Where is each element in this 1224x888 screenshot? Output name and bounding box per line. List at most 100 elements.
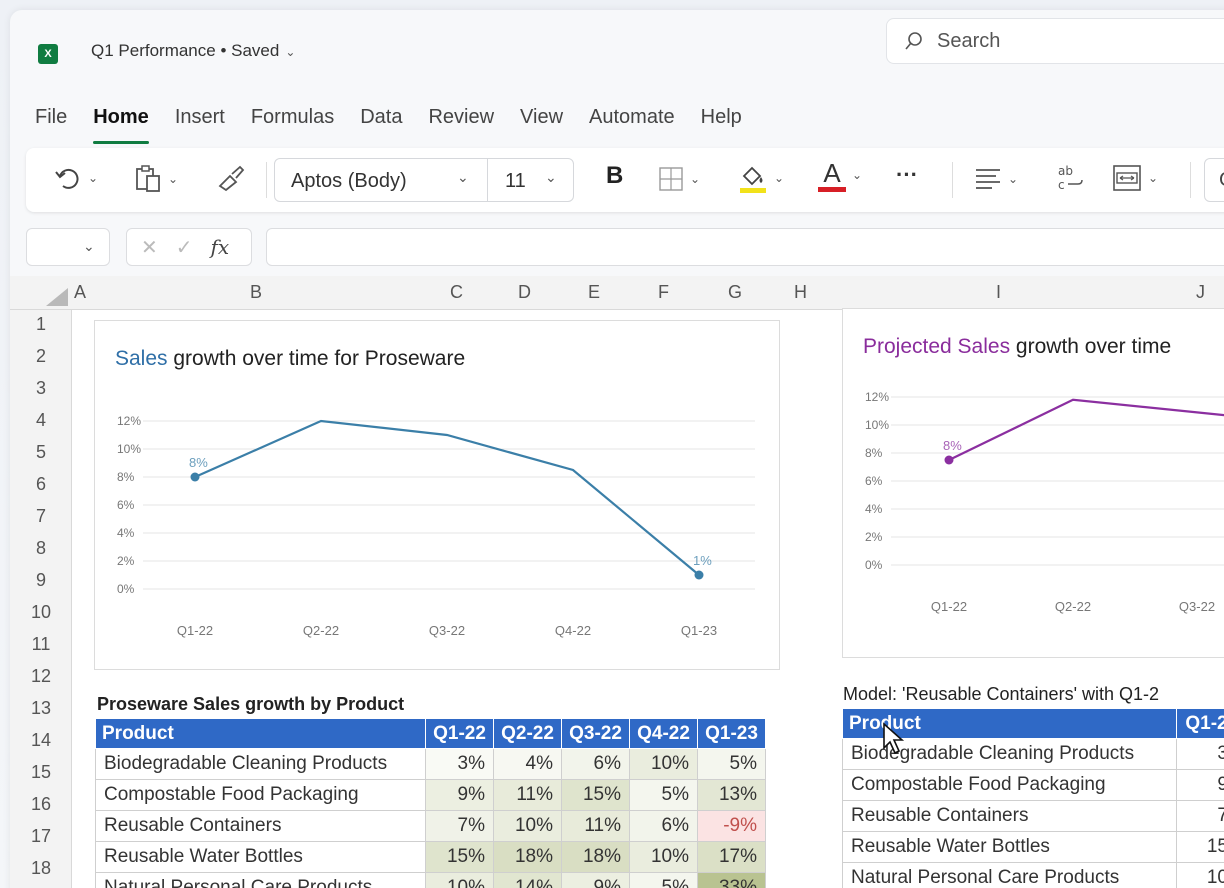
product-cell[interactable]: Natural Personal Care Products [842,862,1177,888]
value-cell[interactable]: 10% [493,810,562,842]
undo-button[interactable]: ⌄ [54,164,98,192]
value-cell[interactable]: 10% [629,841,698,873]
select-all-corner-icon[interactable] [46,288,68,306]
column-header[interactable]: Q1-22 [425,718,494,749]
enter-icon[interactable]: ✓ [176,235,193,260]
value-cell[interactable]: 18% [493,841,562,873]
value-cell[interactable]: 15% [561,779,630,811]
row-header-16[interactable]: 16 [10,794,72,815]
product-cell[interactable]: Reusable Water Bottles [95,841,426,873]
product-cell[interactable]: Natural Personal Care Products [95,872,426,888]
value-cell[interactable]: 6% [629,810,698,842]
column-header[interactable]: Q4-22 [629,718,698,749]
column-header-b[interactable]: B [250,282,262,303]
product-cell[interactable]: Compostable Food Packaging [95,779,426,811]
align-button[interactable]: ⌄ [974,166,1018,192]
value-cell[interactable]: -9% [697,810,766,842]
row-header-7[interactable]: 7 [10,506,72,527]
menu-insert[interactable]: Insert [175,96,225,136]
row-header-17[interactable]: 17 [10,826,72,847]
column-header[interactable]: Q1-2 [1176,708,1224,739]
menu-formulas[interactable]: Formulas [251,96,334,136]
value-cell[interactable]: 33% [697,872,766,888]
value-cell[interactable]: 7 [1176,800,1224,832]
row-header-11[interactable]: 11 [10,634,72,655]
row-header-1[interactable]: 1 [10,314,72,335]
column-header[interactable]: Q2-22 [493,718,562,749]
value-cell[interactable]: 11% [493,779,562,811]
merge-button[interactable]: ⌄ [1112,164,1158,192]
column-header-g[interactable]: G [728,282,742,303]
column-header[interactable]: Product [95,718,426,749]
row-header-12[interactable]: 12 [10,666,72,687]
row-header-13[interactable]: 13 [10,698,72,719]
column-header-d[interactable]: D [518,282,531,303]
row-header-2[interactable]: 2 [10,346,72,367]
font-color-button[interactable]: A ⌄ [818,158,862,192]
product-cell[interactable]: Reusable Containers [95,810,426,842]
value-cell[interactable]: 15 [1176,831,1224,863]
value-cell[interactable]: 5% [629,779,698,811]
row-header-8[interactable]: 8 [10,538,72,559]
value-cell[interactable]: 3 [1176,738,1224,770]
row-header-4[interactable]: 4 [10,410,72,431]
row-header-5[interactable]: 5 [10,442,72,463]
column-header-h[interactable]: H [794,282,807,303]
value-cell[interactable]: 15% [425,841,494,873]
menu-help[interactable]: Help [701,96,742,136]
menu-data[interactable]: Data [360,96,402,136]
value-cell[interactable]: 10 [1176,862,1224,888]
value-cell[interactable]: 4% [493,748,562,780]
value-cell[interactable]: 5% [697,748,766,780]
menu-file[interactable]: File [35,96,67,136]
value-cell[interactable]: 17% [697,841,766,873]
column-header-j[interactable]: J [1196,282,1205,303]
product-cell[interactable]: Reusable Containers [842,800,1177,832]
paste-button[interactable]: ⌄ [134,164,178,194]
document-title[interactable]: Q1 Performance • Saved ⌄ [91,41,295,61]
fill-color-button[interactable]: ⌄ [738,162,784,194]
menu-view[interactable]: View [520,96,563,136]
projected-sales-chart[interactable]: Projected Sales growth over time 12% 10% 8… [842,308,1224,658]
value-cell[interactable]: 7% [425,810,494,842]
menu-automate[interactable]: Automate [589,96,675,136]
menu-review[interactable]: Review [428,96,494,136]
cell-styles-dropdown[interactable]: G [1204,158,1224,202]
name-box[interactable]: ⌄ [26,228,110,266]
font-selector[interactable]: Aptos (Body) ⌄ 11 ⌄ [274,158,574,202]
value-cell[interactable]: 9% [561,872,630,888]
value-cell[interactable]: 11% [561,810,630,842]
column-header-a[interactable]: A [74,282,86,303]
row-header-6[interactable]: 6 [10,474,72,495]
insert-function-button[interactable]: fx [211,235,230,259]
format-painter-button[interactable] [216,164,246,192]
row-header-10[interactable]: 10 [10,602,72,623]
column-header-i[interactable]: I [996,282,1001,303]
more-options-button[interactable]: ··· [896,162,918,188]
product-cell[interactable]: Compostable Food Packaging [842,769,1177,801]
value-cell[interactable]: 3% [425,748,494,780]
value-cell[interactable]: 5% [629,872,698,888]
row-header-15[interactable]: 15 [10,762,72,783]
value-cell[interactable]: 14% [493,872,562,888]
value-cell[interactable]: 6% [561,748,630,780]
value-cell[interactable]: 9 [1176,769,1224,801]
sales-growth-chart[interactable]: Sales growth over time for Proseware 12%… [94,320,780,670]
value-cell[interactable]: 18% [561,841,630,873]
value-cell[interactable]: 13% [697,779,766,811]
row-header-3[interactable]: 3 [10,378,72,399]
column-header-e[interactable]: E [588,282,600,303]
borders-button[interactable]: ⌄ [658,166,700,192]
bold-button[interactable]: B [606,162,623,190]
wrap-text-button[interactable]: ab c [1056,162,1086,194]
column-header-f[interactable]: F [658,282,669,303]
menu-home[interactable]: Home [93,96,149,144]
formula-input[interactable] [266,228,1224,266]
row-header-14[interactable]: 14 [10,730,72,751]
column-header[interactable]: Q1-23 [697,718,766,749]
font-size-value[interactable]: 11 [505,170,526,193]
cancel-icon[interactable]: ✕ [141,235,158,260]
search-box[interactable]: Search [886,18,1224,64]
row-header-9[interactable]: 9 [10,570,72,591]
column-header[interactable]: Q3-22 [561,718,630,749]
